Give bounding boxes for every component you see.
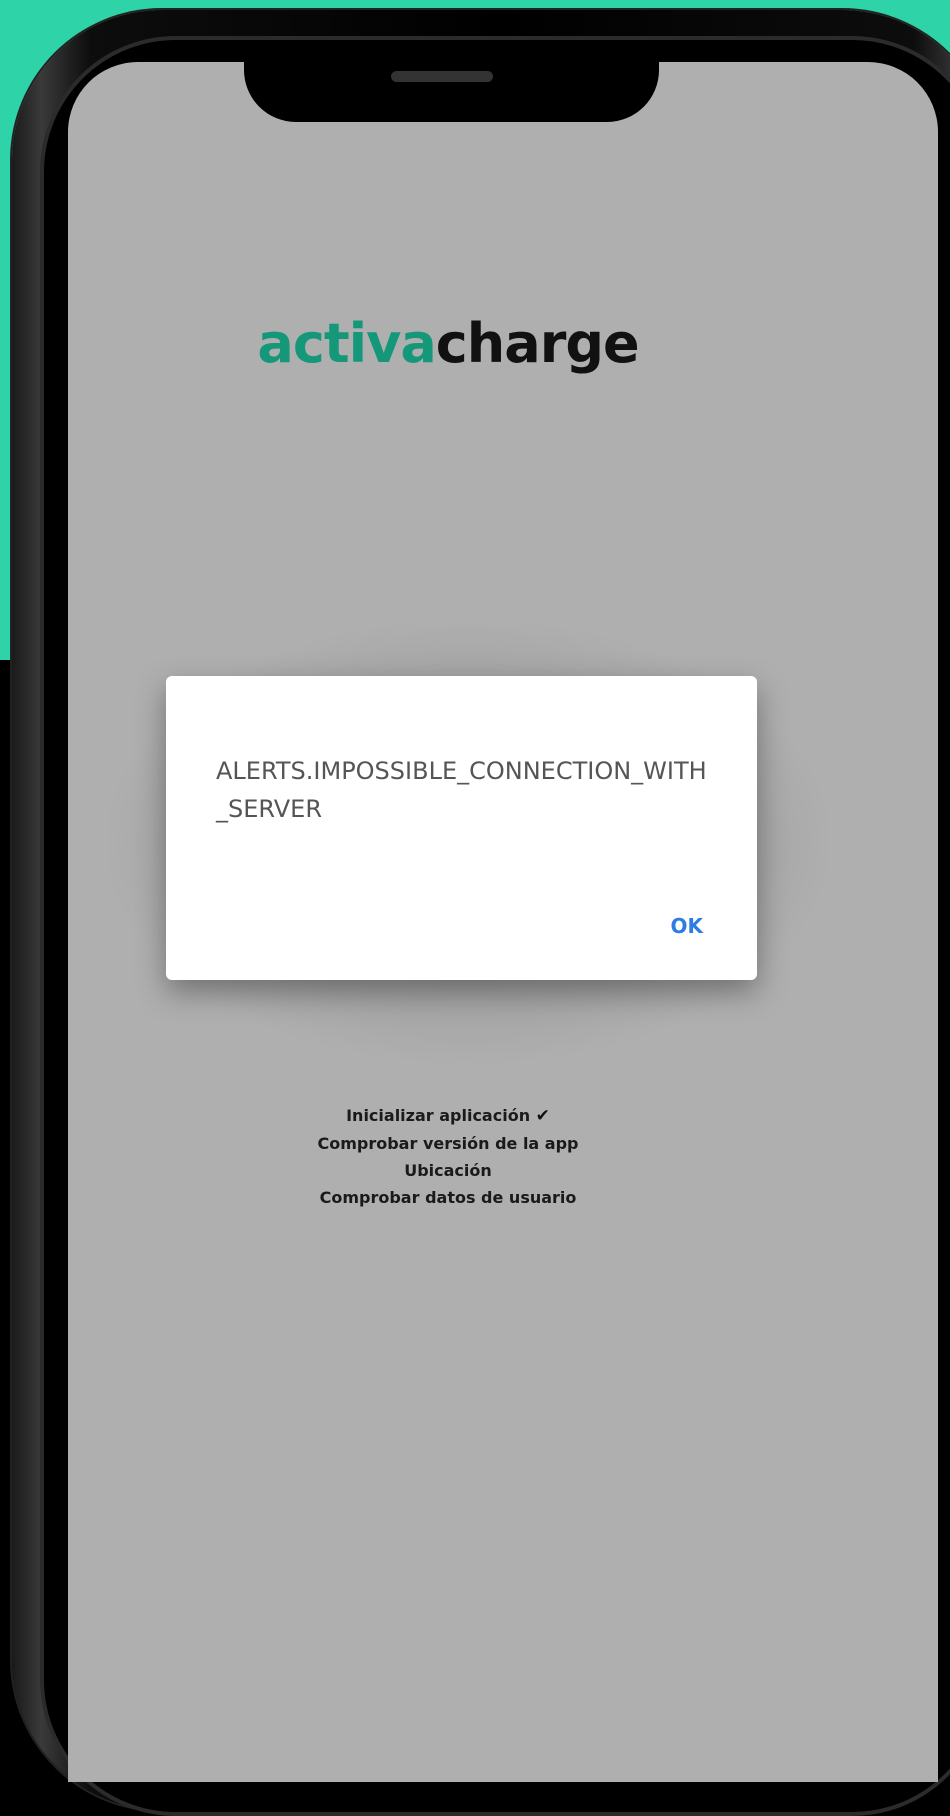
startup-step: Comprobar datos de usuario — [68, 1184, 828, 1211]
logo-part-activa: activa — [257, 312, 436, 375]
startup-step: Ubicación — [68, 1157, 828, 1184]
speaker-icon — [391, 71, 493, 82]
startup-step: Comprobar versión de la app — [68, 1130, 828, 1157]
startup-step-label: Inicializar aplicación — [346, 1106, 531, 1125]
alert-dialog: ALERTS.IMPOSSIBLE_CONNECTION_WITH_SERVER… — [166, 676, 757, 980]
checkmark-icon: ✔ — [535, 1106, 550, 1126]
logo-part-charge: charge — [435, 312, 640, 375]
startup-steps-list: Inicializar aplicación ✔ Comprobar versi… — [68, 1102, 828, 1211]
phone-notch — [244, 62, 659, 122]
app-screen: activacharge ALERTS.IMPOSSIBLE_CONNECTIO… — [68, 62, 938, 1782]
startup-step-label: Ubicación — [404, 1161, 492, 1180]
startup-step-label: Comprobar versión de la app — [317, 1134, 579, 1153]
alert-message: ALERTS.IMPOSSIBLE_CONNECTION_WITH_SERVER — [216, 757, 707, 823]
ok-button[interactable]: OK — [669, 910, 706, 942]
startup-step-label: Comprobar datos de usuario — [319, 1188, 577, 1207]
app-logo: activacharge — [68, 312, 828, 375]
startup-step: Inicializar aplicación ✔ — [68, 1102, 828, 1130]
